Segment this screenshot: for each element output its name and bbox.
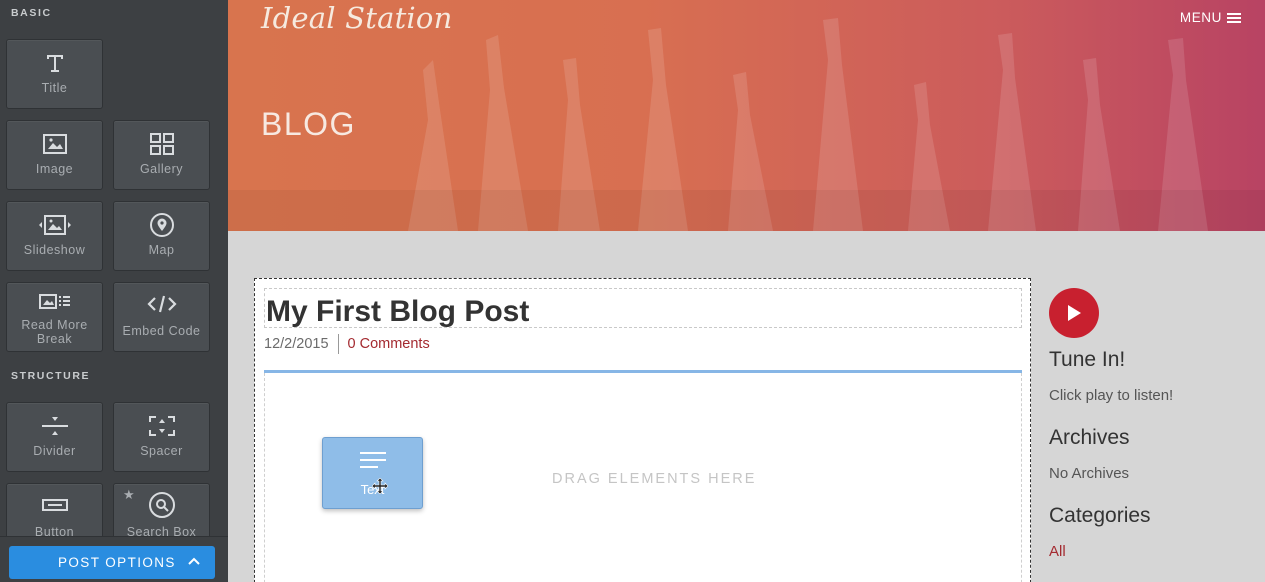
tile-label: Map	[148, 243, 175, 257]
tune-in-heading: Tune In!	[1049, 348, 1126, 371]
tile-label: Slideshow	[23, 243, 86, 257]
site-title[interactable]: Ideal Station	[261, 1, 452, 35]
tile-label: Title	[41, 81, 68, 95]
post-date: 12/2/2015	[264, 336, 329, 352]
read-more-break-element-tile[interactable]: Read More Break	[6, 282, 103, 352]
tile-label: Image	[35, 162, 74, 176]
section-label-basic: BASIC	[11, 7, 52, 19]
post-options-bar: POST OPTIONS	[0, 536, 228, 582]
post-meta: 12/2/2015 0 Comments	[264, 334, 430, 354]
post-options-button[interactable]: POST OPTIONS	[9, 546, 215, 579]
play-icon	[1068, 305, 1081, 321]
map-pin-icon	[114, 212, 209, 238]
text-icon	[323, 450, 422, 472]
element-sidebar: BASIC Title Image Gallery Slideshow Map	[0, 0, 228, 582]
page-heading: BLOG	[261, 106, 356, 142]
button-icon	[7, 492, 102, 518]
comments-link[interactable]: 0 Comments	[348, 336, 430, 352]
chevron-up-icon	[188, 557, 200, 565]
play-button[interactable]	[1049, 288, 1099, 338]
menu-label: MENU	[1179, 10, 1222, 25]
gallery-icon	[114, 131, 209, 157]
tile-label: Spacer	[140, 444, 183, 458]
search-icon	[114, 492, 209, 518]
gallery-element-tile[interactable]: Gallery	[113, 120, 210, 190]
title-icon	[7, 50, 102, 76]
spacer-icon	[114, 413, 209, 439]
drop-zone-hint: DRAG ELEMENTS HERE	[552, 471, 757, 487]
map-element-tile[interactable]: Map	[113, 201, 210, 271]
code-icon	[114, 291, 209, 317]
hamburger-icon	[1227, 12, 1241, 23]
embed-code-element-tile[interactable]: Embed Code	[113, 282, 210, 352]
site-header: Ideal Station MENU BLOG	[228, 0, 1265, 231]
tile-label: Read More Break	[21, 318, 88, 346]
post-title[interactable]: My First Blog Post	[266, 295, 529, 329]
tile-label: Divider	[33, 444, 76, 458]
menu-button[interactable]: MENU	[1180, 10, 1241, 25]
category-all-link[interactable]: All	[1049, 543, 1066, 560]
spacer-element-tile[interactable]: Spacer	[113, 402, 210, 472]
tune-in-text: Click play to listen!	[1049, 387, 1174, 404]
post-content-area: My First Blog Post 12/2/2015 0 Comments …	[254, 278, 1031, 582]
read-more-icon	[7, 289, 102, 315]
image-element-tile[interactable]: Image	[6, 120, 103, 190]
tile-label: Embed Code	[122, 324, 201, 338]
section-label-structure: STRUCTURE	[11, 370, 91, 382]
post-title-editable[interactable]: My First Blog Post	[264, 288, 1022, 328]
meta-separator	[337, 334, 339, 354]
dragging-text-tile[interactable]: Text	[322, 437, 423, 509]
slideshow-icon	[7, 212, 102, 238]
post-options-label: POST OPTIONS	[58, 555, 176, 570]
divider-icon	[7, 413, 102, 439]
archives-text: No Archives	[1049, 465, 1130, 482]
divider-element-tile[interactable]: Divider	[6, 402, 103, 472]
categories-heading: Categories	[1049, 504, 1151, 527]
image-icon	[7, 131, 102, 157]
slideshow-element-tile[interactable]: Slideshow	[6, 201, 103, 271]
tile-label: Gallery	[139, 162, 184, 176]
title-element-tile[interactable]: Title	[6, 39, 103, 109]
archives-heading: Archives	[1049, 426, 1130, 449]
move-cursor-icon	[372, 478, 388, 494]
